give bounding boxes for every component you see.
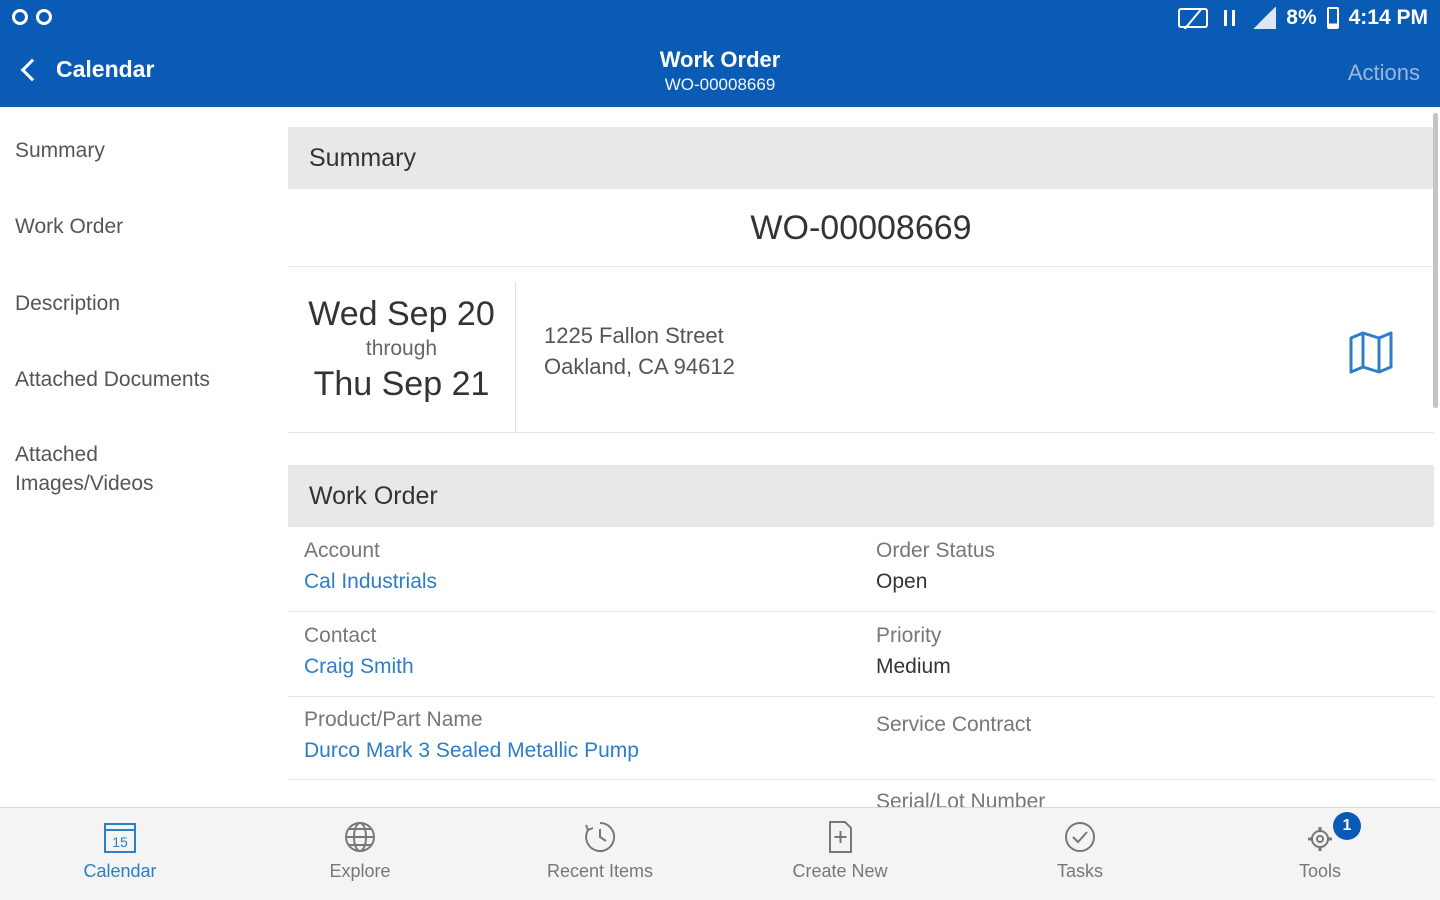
product-link[interactable]: Durco Mark 3 Sealed Metallic Pump [304, 735, 639, 767]
tab-tasks[interactable]: Tasks [960, 808, 1200, 900]
site-address: 1225 Fallon Street Oakland, CA 94612 [544, 320, 735, 382]
tab-tools[interactable]: 1 Tools [1200, 808, 1440, 900]
tab-label: Recent Items [546, 861, 654, 881]
divider [288, 611, 1434, 612]
contact-link[interactable]: Craig Smith [304, 651, 414, 683]
nav-item-summary[interactable]: Summary [15, 136, 265, 165]
detail-content[interactable]: Summary WO-00008669 Wed Sep 20 through T… [288, 107, 1434, 807]
field-value: Open [876, 570, 928, 593]
work-order-number: WO-00008669 [288, 189, 1434, 267]
battery-percent: 8% [1286, 6, 1317, 29]
field-label: Account [304, 539, 380, 562]
divider [288, 779, 1434, 780]
field-label: Order Status [876, 539, 996, 562]
divider [288, 432, 1434, 433]
account-link[interactable]: Cal Industrials [304, 566, 437, 598]
nav-item-attached-images-videos[interactable]: Attached Images/Videos [15, 440, 195, 498]
tab-calendar[interactable]: 15 Calendar [0, 808, 240, 900]
status-indicators: 8% 4:14 PM [1178, 6, 1428, 30]
data-transfer-icon [1218, 8, 1242, 28]
field-order-status: Order Status Open [876, 536, 995, 598]
tab-explore[interactable]: Explore [240, 808, 480, 900]
notification-icon [36, 9, 52, 25]
tab-label: Explore [329, 861, 391, 881]
calendar-day-number: 15 [112, 834, 128, 850]
calendar-icon: 15 [104, 823, 136, 853]
field-label: Serial/Lot Number [876, 790, 1046, 807]
app-header: Calendar Work Order WO-00008669 Actions [0, 40, 1440, 107]
field-service-contract: Service Contract [876, 710, 1031, 740]
date-end: Thu Sep 21 [313, 365, 490, 403]
signal-icon [1252, 7, 1277, 29]
mute-icon [1178, 8, 1209, 28]
address-line-2: Oakland, CA 94612 [544, 354, 735, 379]
new-document-icon [829, 821, 852, 853]
status-notifications [12, 9, 52, 25]
field-serial-lot: Serial/Lot Number [876, 787, 1045, 807]
nav-item-attached-documents[interactable]: Attached Documents [15, 365, 265, 394]
field-label: Contact [304, 624, 377, 647]
section-nav: Summary Work Order Description Attached … [0, 107, 288, 807]
back-button-label: Calendar [56, 56, 155, 82]
address-line-1: 1225 Fallon Street [544, 323, 724, 348]
notification-badge: 1 [1333, 812, 1361, 840]
field-label: Service Contract [876, 713, 1032, 736]
globe-icon [345, 822, 375, 852]
field-product: Product/Part Name Durco Mark 3 Sealed Me… [304, 705, 639, 767]
tab-label: Tasks [1056, 861, 1103, 881]
checkmark-icon [1065, 822, 1095, 852]
section-header-work-order: Work Order [288, 465, 1434, 527]
field-value: Medium [876, 655, 951, 678]
tab-label: Tools [1298, 861, 1342, 881]
section-title: Summary [309, 144, 416, 172]
divider [288, 696, 1434, 697]
nav-item-work-order[interactable]: Work Order [15, 212, 265, 241]
status-bar: 8% 4:14 PM [0, 0, 1440, 40]
tab-label: Create New [792, 861, 888, 881]
tab-label: Calendar [83, 861, 157, 881]
field-account: Account Cal Industrials [304, 536, 437, 598]
section-title: Work Order [309, 482, 438, 510]
page-subtitle: WO-00008669 [664, 75, 776, 94]
tab-recent-items[interactable]: Recent Items [480, 808, 720, 900]
tab-create-new[interactable]: Create New [720, 808, 960, 900]
gear-icon [1308, 827, 1332, 851]
bottom-tab-bar: 15 Calendar Explore Recent Items Create … [0, 807, 1440, 900]
page-title: Work Order [659, 47, 781, 72]
date-range: Wed Sep 20 through Thu Sep 21 [288, 282, 516, 432]
field-contact: Contact Craig Smith [304, 621, 414, 683]
field-label: Product/Part Name [304, 708, 483, 731]
date-start: Wed Sep 20 [308, 295, 495, 333]
content-scrollbar[interactable] [1433, 113, 1438, 408]
chevron-left-icon [20, 58, 44, 81]
date-through-label: through [365, 337, 438, 360]
back-button[interactable]: Calendar [18, 56, 154, 83]
clock-icon [585, 821, 616, 852]
battery-icon [1326, 7, 1339, 29]
field-priority: Priority Medium [876, 621, 951, 683]
header-title-group: Work Order WO-00008669 [520, 46, 920, 96]
status-time: 4:14 PM [1348, 6, 1428, 29]
actions-button[interactable]: Actions [1348, 60, 1420, 86]
field-label: Priority [876, 624, 942, 647]
nav-item-description[interactable]: Description [15, 289, 265, 318]
notification-icon [12, 9, 28, 25]
map-icon[interactable] [1348, 329, 1394, 375]
section-header-summary: Summary [288, 127, 1434, 189]
